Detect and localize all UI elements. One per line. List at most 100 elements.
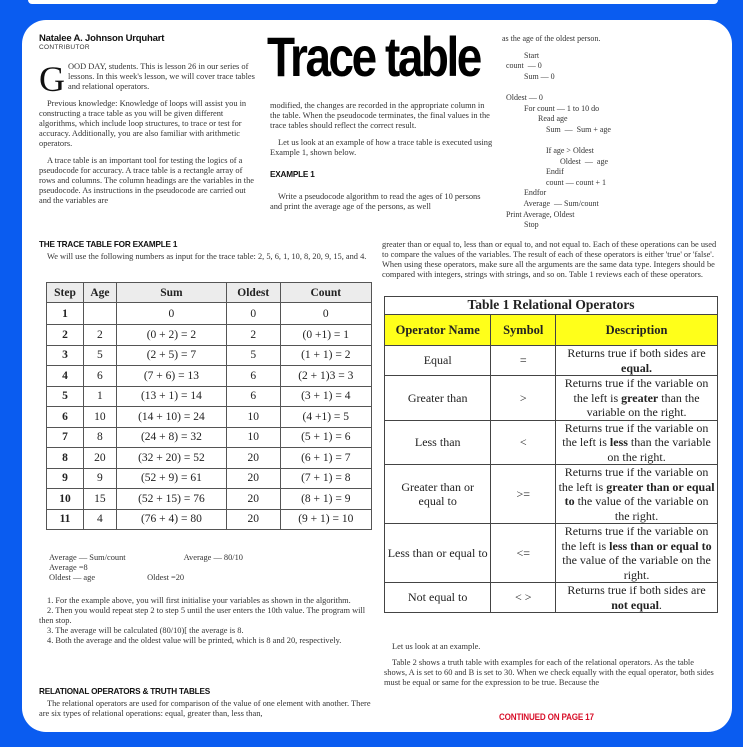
trace-table-row: 3 5 (2 + 5) = 7 5 (1 + 1) = 2 xyxy=(46,344,373,366)
relational-paragraph-1: The relational operators are used for co… xyxy=(39,699,371,718)
cell-step: 2 xyxy=(46,324,84,346)
author-name: Natalee A. Johnson Urquhart xyxy=(39,33,165,44)
author-role: CONTRIBUTOR xyxy=(39,44,90,51)
operator-symbol: < > xyxy=(490,582,557,613)
ops-table-row: Not equal to < > Returns true if both side… xyxy=(383,582,718,613)
cell-sum: (13 + 1) = 14 xyxy=(115,385,227,407)
explanation-steps: 1. For the example above, you will first… xyxy=(39,596,379,646)
cell-step: 11 xyxy=(46,508,84,530)
pseudocode-line: Average — Sum/count xyxy=(502,198,599,208)
operator-symbol: >= xyxy=(490,464,557,524)
cell-age: 5 xyxy=(83,344,117,366)
cell-age: 20 xyxy=(83,447,117,469)
pseudocode-line: count — 0 xyxy=(502,61,542,71)
operator-name: Equal xyxy=(383,345,492,376)
cell-step: 5 xyxy=(46,385,84,407)
relational-paragraph-2: greater than or equal to, less than or e… xyxy=(382,240,717,279)
step-item: 4. Both the average and the oldest value… xyxy=(47,636,342,645)
cell-sum: (76 + 4) = 80 xyxy=(115,508,227,530)
step-item: 3. The average will be calculated (80/10… xyxy=(47,626,244,635)
middle-paragraph-1: modified, the changes are recorded in th… xyxy=(270,101,490,130)
operator-description: Returns true if the variable on the left… xyxy=(555,523,718,583)
operator-name: Greater than or equal to xyxy=(383,464,492,524)
trace-table-row: 7 8 (24 + 8) = 32 10 (5 + 1) = 6 xyxy=(46,426,373,448)
operator-name: Greater than xyxy=(383,375,492,421)
trace-table-row: 8 20 (32 + 20) = 52 20 (6 + 1) = 7 xyxy=(46,447,373,469)
cell-count: (5 + 1) = 6 xyxy=(279,426,373,448)
operator-name: Not equal to xyxy=(383,582,492,613)
col-header-description: Description xyxy=(555,314,718,346)
pseudocode-line: Stop xyxy=(502,220,539,230)
trace-table-row: 10 15 (52 + 15) = 76 20 (8 + 1) = 9 xyxy=(46,488,373,510)
cell-sum: (52 + 15) = 76 xyxy=(115,488,227,510)
description-bold: less than or equal to xyxy=(609,538,712,553)
operator-name: Less than or equal to xyxy=(383,523,492,583)
cell-oldest: 20 xyxy=(225,447,281,469)
relational-operators-table: Table 1 Relational Operators Operator Na… xyxy=(383,296,718,613)
cell-age xyxy=(83,302,117,325)
trace-table: Step Age Sum Oldest Count 1 0 0 0 2 2 (0 + 2) … xyxy=(46,282,373,530)
description-bold: not equal xyxy=(611,597,659,612)
cell-count: (3 + 1) = 4 xyxy=(279,385,373,407)
intro-column: G OOD DAY, students. This is lesson 26 in… xyxy=(39,59,259,213)
pseudocode-line: Sum — Sum + age xyxy=(502,124,611,134)
cell-oldest: 20 xyxy=(225,488,281,510)
operator-symbol: > xyxy=(490,375,557,421)
pseudocode-line: count — count + 1 xyxy=(502,177,607,187)
operator-description: Returns true if the variable on the left… xyxy=(555,419,718,465)
calc-average-values: Average — 80/10 xyxy=(183,553,243,562)
cell-age: 9 xyxy=(83,467,117,489)
intro-paragraph-3: A trace table is an important tool for t… xyxy=(39,156,254,205)
calc-average-formula: Average — Sum/count xyxy=(49,553,126,562)
continued-on-link[interactable]: CONTINUED ON PAGE 17 xyxy=(499,712,594,722)
operator-description: Returns true if the variable on the left… xyxy=(555,464,718,524)
col-header-sum: Sum xyxy=(115,282,227,303)
trace-table-row: 2 2 (0 + 2) = 2 2 (0 +1) = 1 xyxy=(46,324,373,346)
col-header-symbol: Symbol xyxy=(490,314,557,346)
pseudocode-line: Oldest — age xyxy=(502,156,608,166)
cell-sum: (14 + 10) = 24 xyxy=(115,406,227,428)
step-item: 2. Then you would repeat step 2 to step … xyxy=(39,606,366,625)
cell-count: (2 + 1)3 = 3 xyxy=(279,365,373,387)
calc-oldest-result: Oldest =20 xyxy=(147,573,185,582)
pseudocode-line: If age > Oldest xyxy=(502,145,594,155)
cell-oldest: 10 xyxy=(225,426,281,448)
cell-step: 8 xyxy=(46,447,84,469)
cell-sum: (7 + 6) = 13 xyxy=(115,365,227,387)
cell-step: 9 xyxy=(46,467,84,489)
cell-count: (4 +1) = 5 xyxy=(279,406,373,428)
operator-name: Less than xyxy=(383,419,492,465)
trace-table-header: Step Age Sum Oldest Count xyxy=(46,282,373,303)
description-pre: Returns true if both sides are xyxy=(567,346,706,360)
cell-age: 1 xyxy=(83,385,117,407)
intro-paragraph-1: G OOD DAY, students. This is lesson 26 in… xyxy=(39,59,255,99)
cell-step: 7 xyxy=(46,426,84,448)
cell-step: 3 xyxy=(46,344,84,366)
trace-table-row: 6 10 (14 + 10) = 24 10 (4 +1) = 5 xyxy=(46,406,373,428)
cell-step: 10 xyxy=(46,488,84,510)
relational-operators-heading: RELATIONAL OPERATORS & TRUTH TABLES xyxy=(39,687,210,696)
drop-cap: G xyxy=(39,59,65,99)
cell-step: 6 xyxy=(46,406,84,428)
description-post: the value of the variable on the right. xyxy=(574,494,709,523)
calc-oldest-formula: Oldest — age xyxy=(49,573,96,582)
cell-age: 10 xyxy=(83,406,117,428)
pseudocode-line xyxy=(502,82,722,93)
cell-age: 8 xyxy=(83,426,117,448)
col-header-step: Step xyxy=(46,282,84,303)
pseudocode-line: Read age xyxy=(502,114,568,124)
cell-step: 1 xyxy=(46,302,84,325)
operator-description: Returns true if both sides are equal. xyxy=(555,345,718,376)
ops-table-caption-row: Table 1 Relational Operators xyxy=(384,296,718,315)
cell-step: 4 xyxy=(46,365,84,387)
ops-table-row: Less than or equal to <= Returns true if t… xyxy=(383,523,718,583)
pseudocode-line: Oldest — 0 xyxy=(502,92,543,102)
pseudocode-block: as the age of the oldest person. Start c… xyxy=(502,34,722,231)
trace-table-row: 11 4 (76 + 4) = 80 20 (9 + 1) = 10 xyxy=(46,508,373,530)
pseudocode-line: Endif xyxy=(502,167,564,177)
ops-table-row: Less than < Returns true if the variable o… xyxy=(383,419,718,465)
trace-table-intro: We will use the following numbers as inp… xyxy=(47,252,367,261)
cell-age: 2 xyxy=(83,324,117,346)
cell-oldest: 6 xyxy=(225,385,281,407)
middle-paragraph-2: Let us look at an example of how a trace… xyxy=(270,138,493,157)
